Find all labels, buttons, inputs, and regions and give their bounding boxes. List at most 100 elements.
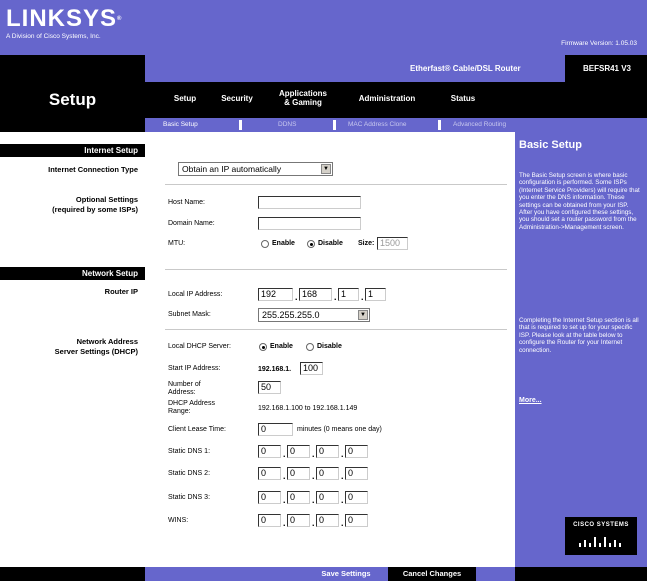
mtu-disable-label: Disable (318, 240, 343, 247)
subnav-divider (438, 120, 441, 130)
footer-bar: Save Settings Cancel Changes (145, 567, 515, 581)
lease-time-field[interactable]: 0 (258, 423, 293, 436)
local-ip-octet-4[interactable]: 1 (365, 288, 386, 301)
subnet-mask-value: 255.255.255.0 (262, 310, 320, 320)
model-badge: BEFSR41 V3 (567, 55, 647, 82)
host-name-label: Host Name: (168, 199, 205, 206)
tab-setup[interactable]: Setup (165, 94, 205, 103)
ip-dot: . (283, 518, 286, 528)
cancel-changes-button[interactable]: Cancel Changes (388, 567, 476, 581)
ip-dot: . (341, 518, 344, 528)
help-panel: Basic Setup The Basic Setup screen is wh… (515, 132, 647, 567)
static-dns-2-label: Static DNS 2: (168, 470, 211, 477)
dns1-octet-2[interactable]: 0 (287, 445, 310, 458)
wins-octet-4[interactable]: 0 (345, 514, 368, 527)
mtu-disable-radio[interactable] (307, 240, 315, 248)
linksys-logo: LINKSYS® A Division of Cisco Systems, In… (6, 6, 142, 51)
local-ip-label: Local IP Address: (168, 291, 223, 298)
subtab-mac-address-clone[interactable]: MAC Address Clone (348, 121, 407, 128)
dns2-octet-3[interactable]: 0 (316, 467, 339, 480)
brand-text: LINKSYS (6, 5, 118, 32)
product-bar: Etherfast® Cable/DSL Router BEFSR41 V3 (0, 55, 647, 82)
help-more-link[interactable]: More... (519, 397, 542, 404)
start-ip-label: Start IP Address: (168, 365, 221, 372)
internet-setup-heading: Internet Setup (0, 144, 145, 157)
local-ip-octet-2[interactable]: 168 (299, 288, 332, 301)
dhcp-enable-label: Enable (270, 343, 293, 350)
cisco-logo: CISCO SYSTEMS (565, 517, 637, 555)
subtab-ddns[interactable]: DDNS (278, 121, 296, 128)
dns2-octet-1[interactable]: 0 (258, 467, 281, 480)
dns1-octet-4[interactable]: 0 (345, 445, 368, 458)
dns2-octet-2[interactable]: 0 (287, 467, 310, 480)
ip-dot: . (334, 292, 337, 302)
static-dns-3-label: Static DNS 3: (168, 494, 211, 501)
subtab-basic-setup[interactable]: Basic Setup (163, 121, 198, 128)
mtu-label: MTU: (168, 240, 186, 247)
dns3-octet-1[interactable]: 0 (258, 491, 281, 504)
page-title: Setup (48, 90, 97, 109)
tab-administration[interactable]: Administration (347, 94, 427, 103)
dhcp-range-label: DHCP Address (168, 400, 215, 407)
product-bar-left (0, 55, 145, 82)
start-ip-prefix: 192.168.1. (258, 366, 292, 373)
dns1-octet-3[interactable]: 0 (316, 445, 339, 458)
sub-nav: Basic Setup DDNS MAC Address Clone Advan… (145, 118, 647, 132)
save-settings-button[interactable]: Save Settings (307, 567, 385, 581)
tab-status[interactable]: Status (443, 94, 483, 103)
dns1-octet-1[interactable]: 0 (258, 445, 281, 458)
lease-time-label: Client Lease Time: (168, 426, 226, 433)
subtab-advanced-routing[interactable]: Advanced Routing (453, 121, 506, 128)
dns3-octet-3[interactable]: 0 (316, 491, 339, 504)
connection-type-label: Internet Connection Type (48, 165, 138, 174)
local-ip-octet-1[interactable]: 192 (258, 288, 293, 301)
divider (165, 329, 507, 330)
ip-dot: . (312, 449, 315, 459)
ip-dot: . (341, 495, 344, 505)
wins-octet-1[interactable]: 0 (258, 514, 281, 527)
divider (165, 269, 507, 270)
ip-dot: . (361, 292, 364, 302)
form-area: Obtain an IP automatically ▼ Host Name: … (145, 132, 515, 567)
ip-dot: . (283, 471, 286, 481)
optional-settings-sublabel: (required by some ISPs) (52, 205, 138, 214)
dns3-octet-4[interactable]: 0 (345, 491, 368, 504)
footer-left (0, 567, 145, 581)
wins-label: WINS: (168, 517, 189, 524)
dhcp-server-label: Local DHCP Server: (168, 343, 231, 350)
subnet-mask-label: Subnet Mask: (168, 311, 211, 318)
subnav-divider (333, 120, 336, 130)
lease-time-hint: minutes (0 means one day) (297, 426, 382, 433)
subnet-mask-select[interactable]: 255.255.255.0 ▼ (258, 308, 370, 322)
mtu-enable-radio[interactable] (261, 240, 269, 248)
chevron-down-icon: ▼ (321, 164, 331, 174)
subnav-divider (239, 120, 242, 130)
mtu-enable-label: Enable (272, 240, 295, 247)
dns2-octet-4[interactable]: 0 (345, 467, 368, 480)
connection-type-select[interactable]: Obtain an IP automatically ▼ (178, 162, 333, 176)
num-address-field[interactable]: 50 (258, 381, 281, 394)
divider (165, 184, 507, 185)
tab-security[interactable]: Security (215, 94, 259, 103)
wins-octet-2[interactable]: 0 (287, 514, 310, 527)
cisco-wordmark: CISCO SYSTEMS (573, 522, 629, 528)
ip-dot: . (283, 449, 286, 459)
dns3-octet-2[interactable]: 0 (287, 491, 310, 504)
mtu-size-field[interactable]: 1500 (377, 237, 408, 250)
start-ip-field[interactable]: 100 (300, 362, 323, 375)
mtu-size-label: Size: (358, 240, 375, 247)
wins-octet-3[interactable]: 0 (316, 514, 339, 527)
ip-dot: . (341, 471, 344, 481)
ip-dot: . (312, 471, 315, 481)
optional-settings-label: Optional Settings (75, 195, 138, 204)
domain-name-field[interactable] (258, 217, 361, 230)
tab-applications-gaming[interactable]: Applications & Gaming (273, 89, 333, 107)
router-ip-label: Router IP (104, 287, 138, 296)
num-address-label: Number of (168, 381, 201, 388)
dhcp-disable-radio[interactable] (306, 343, 314, 351)
dhcp-enable-radio[interactable] (259, 343, 267, 351)
local-ip-octet-3[interactable]: 1 (338, 288, 359, 301)
brand-tagline: A Division of Cisco Systems, Inc. (6, 33, 101, 40)
host-name-field[interactable] (258, 196, 361, 209)
ip-dot: . (312, 495, 315, 505)
